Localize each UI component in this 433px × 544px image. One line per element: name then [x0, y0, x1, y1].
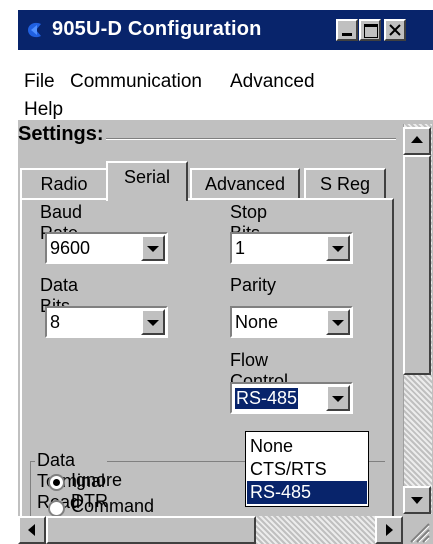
maximize-button[interactable] [359, 19, 381, 41]
radio-selected-dot [53, 479, 60, 486]
menu-advanced[interactable]: Advanced [230, 71, 315, 93]
dropdown-option-rs-485[interactable]: RS-485 [247, 481, 367, 504]
dropdown-button[interactable] [141, 235, 165, 261]
tab-label: Advanced [204, 174, 286, 194]
dropdown-button[interactable] [326, 235, 350, 261]
minimize-button[interactable] [336, 19, 358, 41]
parity-select[interactable]: None [230, 306, 353, 338]
parity-label: Parity [230, 275, 277, 295]
menu-help[interactable]: Help [24, 99, 63, 121]
scroll-up-button[interactable] [403, 127, 431, 155]
close-icon [389, 24, 401, 36]
chevron-down-icon [332, 320, 344, 326]
dropdown-option-none[interactable]: None [247, 435, 367, 458]
tab-label: Serial [123, 167, 171, 187]
window-title: 905U-D Configuration [52, 18, 262, 40]
dropdown-button[interactable] [141, 309, 165, 335]
tab-advanced[interactable]: Advanced [190, 168, 300, 198]
stop-bits-select[interactable]: 1 [230, 232, 353, 264]
size-grip-icon [410, 523, 430, 543]
menu-communication[interactable]: Communication [70, 71, 202, 93]
scroll-left-icon [28, 524, 35, 536]
settings-group-divider [106, 138, 396, 140]
menu-file[interactable]: File [24, 71, 55, 93]
data-bits-select[interactable]: 8 [45, 306, 168, 338]
baud-rate-value: 9600 [50, 238, 91, 258]
parity-value: None [235, 312, 279, 332]
scroll-up-icon [411, 136, 423, 143]
close-button[interactable] [384, 19, 406, 41]
flow-control-value: RS-485 [235, 388, 299, 409]
dropdown-option-cts-rts[interactable]: CTS/RTS [247, 458, 367, 481]
tab-label: Radio [40, 174, 88, 194]
scroll-right-icon [386, 524, 393, 536]
app-icon [28, 22, 41, 38]
tab-serial[interactable]: Serial [106, 161, 188, 201]
vertical-scroll-thumb[interactable] [403, 155, 431, 375]
chevron-down-icon [147, 320, 159, 326]
scroll-down-button[interactable] [403, 486, 431, 514]
ignore-dtr-radio[interactable] [48, 474, 65, 491]
dropdown-button[interactable] [326, 309, 350, 335]
maximize-icon [364, 24, 378, 38]
tab-label: S Reg [319, 174, 371, 194]
dropdown-button[interactable] [326, 385, 350, 411]
horizontal-scroll-thumb[interactable] [46, 516, 256, 544]
baud-rate-select[interactable]: 9600 [45, 232, 168, 264]
scroll-right-button[interactable] [375, 516, 403, 544]
size-grip[interactable] [403, 516, 431, 544]
chevron-down-icon [147, 246, 159, 252]
settings-group-title: Settings: [18, 123, 104, 145]
minimize-icon [342, 33, 352, 36]
menu-bar: File Communication Advanced Help [18, 50, 433, 120]
tab-radio[interactable]: Radio [20, 168, 108, 198]
flow-control-select[interactable]: RS-485 [230, 382, 353, 414]
flow-control-dropdown-list: None CTS/RTS RS-485 [245, 431, 369, 507]
tab-s-reg[interactable]: S Reg [304, 168, 386, 198]
config-window: 905U-D Configuration File Communication … [18, 10, 433, 544]
scroll-down-icon [411, 497, 423, 504]
stop-bits-value: 1 [235, 238, 246, 258]
title-bar[interactable]: 905U-D Configuration [18, 10, 433, 50]
chevron-down-icon [332, 396, 344, 402]
command-mode-radio[interactable] [48, 500, 65, 517]
scroll-left-button[interactable] [18, 516, 46, 544]
data-bits-value: 8 [50, 312, 61, 332]
chevron-down-icon [332, 246, 344, 252]
